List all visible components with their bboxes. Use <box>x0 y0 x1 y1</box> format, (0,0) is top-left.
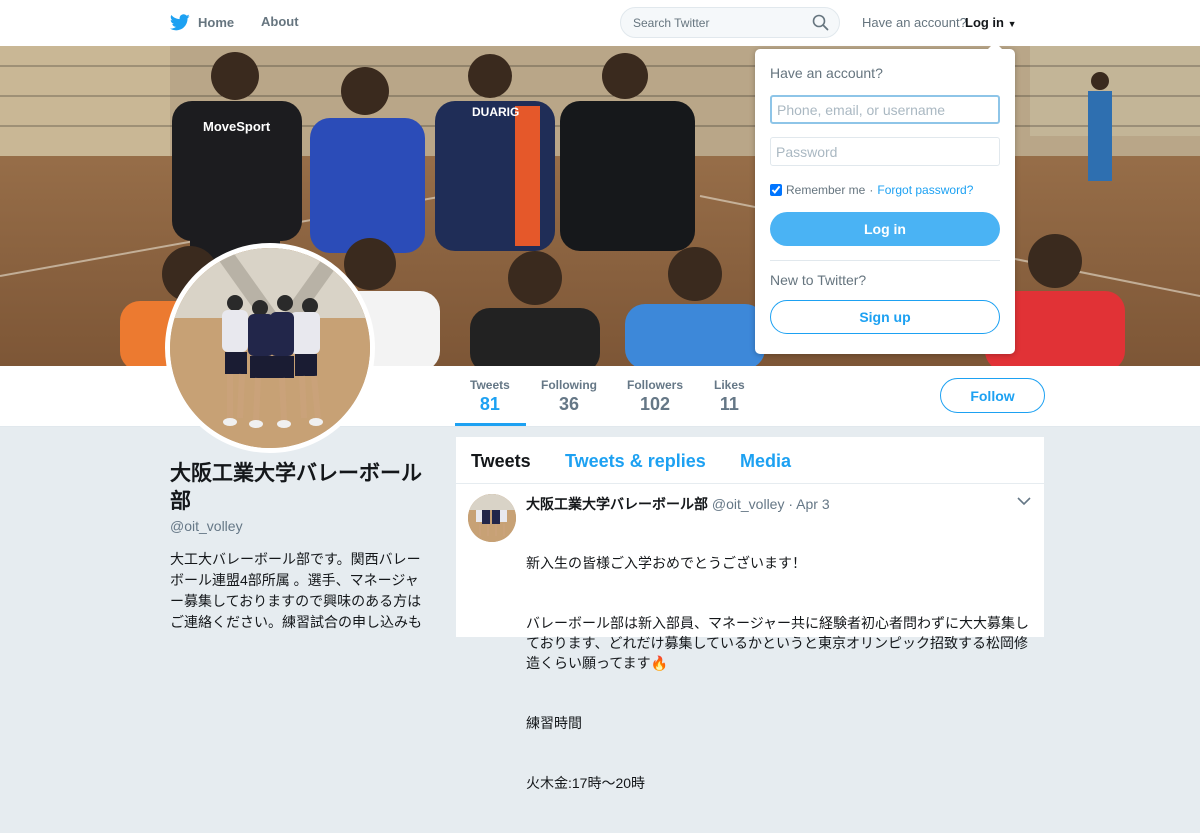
profile-handle[interactable]: @oit_volley <box>170 518 243 534</box>
search-box <box>620 7 840 38</box>
stat-following-label: Following <box>541 378 597 392</box>
tweet-line: 火木金:17時〜20時 <box>526 775 646 791</box>
banner-jersey-text-1: MoveSport <box>203 119 271 134</box>
signup-button[interactable]: Sign up <box>770 300 1000 334</box>
profile-bio: 大工大バレーボール部です。関西バレーボール連盟4部所属 。選手、マネージャー募集… <box>170 551 422 630</box>
username-field[interactable] <box>770 95 1000 124</box>
remember-me-row: Remember me · Forgot password? <box>770 183 973 197</box>
active-stat-underline <box>455 423 526 426</box>
stat-following-value: 36 <box>558 394 580 414</box>
stat-likes[interactable]: Likes 11 <box>714 378 745 415</box>
search-icon[interactable] <box>812 14 829 31</box>
dropdown-caret <box>987 42 1003 50</box>
tweet-text: 新入生の皆様ご入学おめでとうございます！ バレーボール部は新入部員、マネージャー… <box>526 513 1031 833</box>
nav-about[interactable]: About <box>261 14 299 29</box>
profile-avatar[interactable] <box>165 243 375 453</box>
tweet-line: 練習時間 <box>526 715 582 731</box>
stat-tweets-value: 81 <box>479 394 500 414</box>
nav-about-label: About <box>261 14 299 29</box>
stat-tweets-label: Tweets <box>470 378 510 392</box>
stat-tweets[interactable]: Tweets 81 <box>470 378 510 415</box>
tweet-header: 大阪工業大学バレーボール部 @oit_volley · Apr 3 <box>526 494 830 514</box>
tab-tweets[interactable]: Tweets <box>471 451 531 472</box>
nav-home[interactable]: Home <box>170 14 234 31</box>
separator-dot: · <box>869 183 874 197</box>
tweet-separator: · <box>788 496 794 512</box>
login-dropdown: Have an account? Remember me · Forgot pa… <box>755 42 1015 354</box>
timeline-tabs: Tweets Tweets & replies Media <box>456 437 1044 484</box>
stat-followers-label: Followers <box>627 378 684 392</box>
search-input[interactable] <box>621 8 825 37</box>
remember-me-label[interactable]: Remember me <box>786 183 865 197</box>
stat-following[interactable]: Following 36 <box>541 378 597 415</box>
tweet-avatar[interactable] <box>468 494 516 542</box>
login-button[interactable]: Log in <box>770 212 1000 246</box>
login-link-label: Log in <box>965 15 1004 30</box>
nav-home-label: Home <box>198 15 235 30</box>
dropdown-title: Have an account? <box>770 65 883 81</box>
stat-followers-value: 102 <box>639 394 671 414</box>
timeline: Tweets Tweets & replies Media 大阪工業大学バレーボ… <box>456 437 1044 791</box>
follow-button[interactable]: Follow <box>940 378 1045 413</box>
profile-name[interactable]: 大阪工業大学バレーボール部 <box>170 460 430 516</box>
tweet-line: バレーボール部は新入部員、マネージャー共に経験者初心者問わずに大大募集しておりま… <box>526 615 1030 671</box>
tab-tweets-and-replies[interactable]: Tweets & replies <box>565 451 706 472</box>
tweet-author-handle[interactable]: @oit_volley <box>712 496 785 512</box>
remember-me-checkbox[interactable] <box>770 184 782 196</box>
password-field[interactable] <box>770 137 1000 166</box>
tweet-date[interactable]: Apr 3 <box>796 496 829 512</box>
stat-followers[interactable]: Followers 102 <box>627 378 683 415</box>
tab-media[interactable]: Media <box>740 451 791 472</box>
tweet-line: 新入生の皆様ご入学おめでとうございます！ <box>526 555 806 571</box>
new-to-twitter-text: New to Twitter? <box>770 272 867 288</box>
banner-jersey-text-2: DUARIG <box>472 105 519 119</box>
avatar-photo <box>170 248 370 448</box>
stat-likes-value: 11 <box>719 394 739 414</box>
have-account-text: Have an account? <box>862 15 967 30</box>
login-dropdown-toggle[interactable]: Log in ▼ <box>965 15 1017 30</box>
tweet-author-name[interactable]: 大阪工業大学バレーボール部 <box>526 496 708 512</box>
stat-likes-label: Likes <box>714 378 745 392</box>
caret-down-icon: ▼ <box>1007 19 1017 29</box>
tweet-avatar-photo <box>468 494 516 542</box>
forgot-password-link[interactable]: Forgot password? <box>877 183 973 197</box>
top-navigation-bar: Home About Have an account? Log in ▼ <box>0 0 1200 47</box>
chevron-down-icon[interactable] <box>1017 496 1031 506</box>
dropdown-divider <box>770 260 1000 261</box>
twitter-bird-icon <box>170 14 190 31</box>
